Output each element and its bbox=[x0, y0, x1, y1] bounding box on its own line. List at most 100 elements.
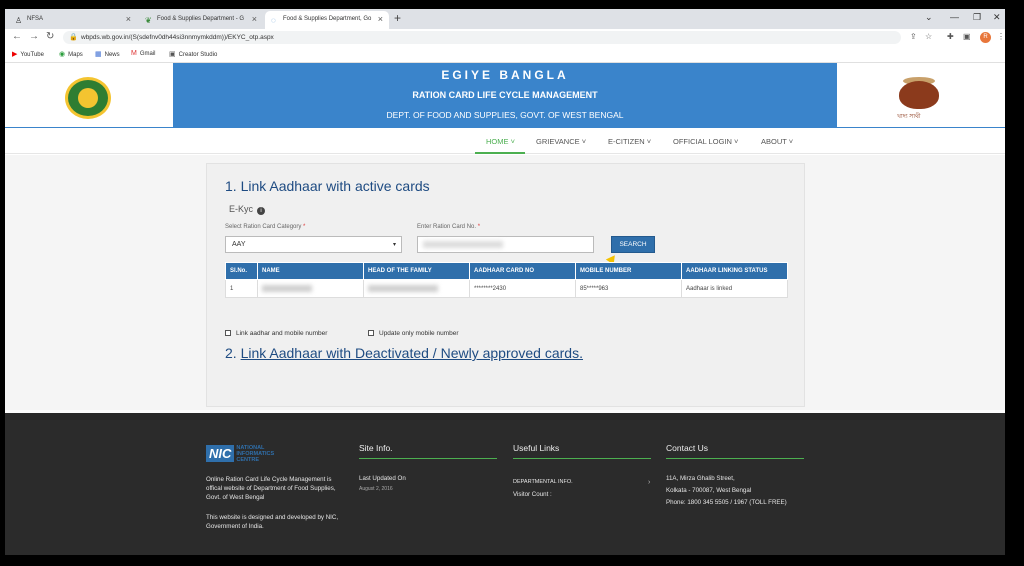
close-icon[interactable]: × bbox=[378, 14, 383, 24]
checkbox-link-aadhar-mobile[interactable]: Link aadhar and mobile number bbox=[225, 330, 327, 337]
url-text: wbpds.wb.gov.in/(S(sdefnv0dh44si3nnmymkd… bbox=[81, 34, 274, 41]
menu-icon[interactable]: ⋮ bbox=[997, 32, 1005, 41]
window-close-icon[interactable]: ✕ bbox=[993, 12, 1001, 23]
address-bar[interactable]: 🔒 wbpds.wb.gov.in/(S(sdefnv0dh44si3nnmym… bbox=[63, 31, 901, 44]
cell-head-of-family bbox=[363, 279, 470, 298]
table-header-row: Sl.No. NAME HEAD OF THE FAMILY AADHAAR C… bbox=[225, 262, 788, 280]
share-icon[interactable]: ⇪ bbox=[910, 32, 917, 41]
nav-home[interactable]: HOME ˅ bbox=[486, 137, 515, 146]
chevron-down-icon: ˅ bbox=[788, 137, 794, 146]
aadhaar-table: Sl.No. NAME HEAD OF THE FAMILY AADHAAR C… bbox=[225, 262, 788, 298]
cell-aadhaar-no: ********2430 bbox=[469, 279, 576, 298]
section-heading-1: 1. Link Aadhaar with active cards bbox=[225, 178, 430, 194]
extensions-icon[interactable]: ✚ bbox=[947, 32, 954, 41]
tab-label: Food & Supplies Department, Go bbox=[283, 16, 372, 22]
cell-mobile: 85*****963 bbox=[575, 279, 682, 298]
nav-active-underline bbox=[475, 152, 525, 154]
bookmark-news[interactable]: ▦ News bbox=[95, 50, 120, 58]
site-info-title: Site Info. bbox=[359, 443, 393, 453]
profile-avatar[interactable]: R bbox=[980, 32, 991, 43]
close-icon[interactable]: × bbox=[126, 14, 131, 24]
bookmark-youtube[interactable]: ▶ YouTube bbox=[12, 50, 44, 58]
header-left bbox=[5, 63, 173, 127]
nic-logo[interactable]: NIC NATIONAL INFORMATICS CENTRE bbox=[206, 445, 274, 463]
nav-grievance[interactable]: GRIEVANCE ˅ bbox=[536, 137, 586, 146]
emblem-logo[interactable] bbox=[65, 77, 111, 119]
side-panel-icon[interactable]: ▣ bbox=[963, 32, 971, 41]
redacted-value bbox=[423, 241, 503, 248]
cell-name bbox=[257, 279, 364, 298]
ekyc-label: E-Kyc i bbox=[229, 204, 266, 215]
chevron-down-icon: ˅ bbox=[581, 137, 587, 146]
last-updated-label: Last Updated On bbox=[359, 475, 406, 482]
leaf-icon: ❦ bbox=[145, 16, 152, 25]
table-row: 1 ********2430 85*****963 Aadhaar is lin… bbox=[225, 279, 788, 298]
site-info-divider bbox=[359, 458, 497, 459]
contact-divider bbox=[666, 458, 804, 459]
contact-address-2: Kolkata - 700087, West Bengal bbox=[666, 487, 752, 494]
bookmark-gmail[interactable]: M Gmail bbox=[131, 50, 156, 57]
browser-window: ♙ NFSA × ❦ Food & Supplies Department - … bbox=[5, 9, 1005, 555]
tab-search-icon[interactable]: ⌄ bbox=[925, 12, 933, 23]
col-head-of-family: HEAD OF THE FAMILY bbox=[363, 262, 470, 280]
redacted-value bbox=[262, 284, 312, 292]
tab-food-supplies-2[interactable]: ◌ Food & Supplies Department, Go × bbox=[265, 11, 389, 29]
restore-icon[interactable]: ❐ bbox=[973, 12, 981, 23]
lock-icon: 🔒 bbox=[69, 34, 78, 41]
nav-official-login[interactable]: OFFICIAL LOGIN ˅ bbox=[673, 137, 738, 146]
back-icon[interactable]: ← bbox=[12, 31, 22, 42]
info-icon[interactable]: i bbox=[257, 207, 266, 215]
footer-description: Online Ration Card Life Cycle Management… bbox=[206, 476, 336, 501]
col-aadhaar-no: AADHAAR CARD NO bbox=[469, 262, 576, 280]
category-select[interactable]: AAY ▾ bbox=[225, 236, 402, 253]
main-nav: HOME ˅ GRIEVANCE ˅ E-CITIZEN ˅ OFFICIAL … bbox=[5, 128, 1005, 154]
header-right: খাদ্য সাথী bbox=[837, 63, 1005, 127]
close-icon[interactable]: × bbox=[252, 14, 257, 24]
chevron-down-icon: ˅ bbox=[734, 137, 739, 146]
khadya-sathi-logo-text: খাদ্য সাথী bbox=[897, 114, 921, 120]
emblem-center bbox=[78, 88, 98, 108]
checkbox[interactable] bbox=[225, 330, 231, 337]
section-heading-2: 2. Link Aadhaar with Deactivated / Newly… bbox=[225, 345, 583, 361]
ration-card-no-label: Enter Ration Card No. * bbox=[417, 224, 481, 230]
deactivated-cards-link[interactable]: Link Aadhaar with Deactivated / Newly ap… bbox=[241, 345, 583, 361]
chevron-down-icon: ˅ bbox=[510, 137, 515, 146]
site-header-banner: EGIYE BANGLA RATION CARD LIFE CYCLE MANA… bbox=[173, 63, 837, 127]
minimize-icon[interactable]: — bbox=[950, 12, 959, 22]
forward-icon[interactable]: → bbox=[29, 31, 39, 42]
bookmark-creator-studio[interactable]: ▣ Creator Studio bbox=[169, 50, 217, 58]
contact-title: Contact Us bbox=[666, 443, 709, 453]
khadya-sathi-logo[interactable] bbox=[899, 81, 939, 109]
new-tab-button[interactable]: + bbox=[394, 11, 401, 25]
tab-food-supplies-1[interactable]: ❦ Food & Supplies Department - G × bbox=[139, 11, 263, 29]
visitor-count-label: Visitor Count : bbox=[513, 491, 552, 498]
checkbox-update-mobile[interactable]: Update only mobile number bbox=[368, 330, 459, 337]
nav-e-citizen[interactable]: E-CITIZEN ˅ bbox=[608, 137, 651, 146]
web-page: EGIYE BANGLA RATION CARD LIFE CYCLE MANA… bbox=[5, 63, 1005, 555]
useful-links-title: Useful Links bbox=[513, 443, 560, 453]
checkbox[interactable] bbox=[368, 330, 374, 337]
col-slno: Sl.No. bbox=[225, 262, 258, 280]
last-updated-date: August 2, 2016 bbox=[359, 486, 393, 492]
bookmark-maps[interactable]: ◉ Maps bbox=[59, 50, 83, 58]
maps-icon: ◉ bbox=[59, 51, 66, 58]
contact-phone: Phone: 1800 345 5505 / 1967 (TOLL FREE) bbox=[666, 499, 787, 506]
ekyc-card: 1. Link Aadhaar with active cards E-Kyc i… bbox=[206, 163, 805, 407]
category-label: Select Ration Card Category * bbox=[225, 224, 306, 230]
bookmarks-bar: ▶ YouTube ◉ Maps ▦ News M Gmail ▣ Creator Stu… bbox=[5, 46, 1005, 63]
bookmark-star-icon[interactable]: ☆ bbox=[925, 32, 932, 41]
chevron-right-icon: › bbox=[648, 479, 651, 486]
loading-icon: ◌ bbox=[271, 16, 276, 25]
site-subtitle: RATION CARD LIFE CYCLE MANAGEMENT bbox=[412, 90, 598, 100]
redacted-value bbox=[368, 284, 438, 292]
departmental-info-link[interactable]: DEPARTMENTAL INFO. bbox=[513, 479, 573, 485]
search-button[interactable]: SEARCH bbox=[611, 236, 655, 253]
tab-nfsa[interactable]: ♙ NFSA × bbox=[9, 11, 137, 29]
footer-credit: This website is designed and developed b… bbox=[206, 514, 339, 530]
cell-linking-status: Aadhaar is linked bbox=[681, 279, 788, 298]
gmail-icon: M bbox=[131, 50, 137, 57]
nav-about[interactable]: ABOUT ˅ bbox=[761, 137, 793, 146]
footer: NIC NATIONAL INFORMATICS CENTRE Online Rati… bbox=[5, 413, 1005, 555]
reload-icon[interactable]: ↻ bbox=[46, 31, 54, 42]
site-dept: DEPT. OF FOOD AND SUPPLIES, GOVT. OF WES… bbox=[386, 110, 624, 120]
